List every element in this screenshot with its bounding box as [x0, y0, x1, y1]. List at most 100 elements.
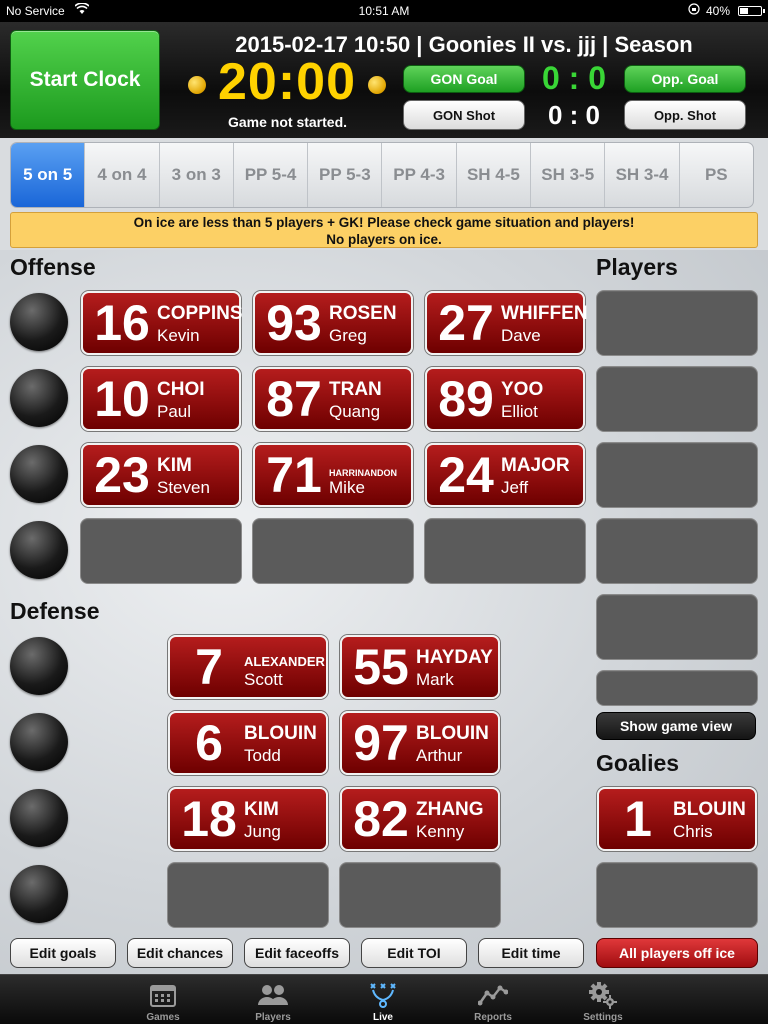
- bench-player-slot[interactable]: [596, 670, 758, 706]
- player-card[interactable]: 24 MAJOR Jeff: [425, 443, 585, 507]
- player-first-name: Paul: [157, 402, 192, 421]
- edit-goals-button[interactable]: Edit goals: [10, 938, 116, 968]
- bench-player-slot[interactable]: [596, 442, 758, 508]
- home-shot-button[interactable]: GON Shot: [403, 100, 525, 130]
- player-card[interactable]: 55 HAYDAY Mark: [340, 635, 500, 699]
- all-players-off-ice-button[interactable]: All players off ice: [596, 938, 758, 968]
- player-card[interactable]: 16 COPPINS Kevin: [81, 291, 243, 355]
- player-number: 87: [266, 371, 322, 427]
- start-clock-button[interactable]: Start Clock: [10, 30, 160, 130]
- defense-title: Defense: [10, 598, 100, 624]
- shot-score: 0 : 0: [547, 100, 601, 130]
- tab-games[interactable]: Games: [108, 975, 218, 1024]
- player-first-name: Elliot: [501, 402, 538, 421]
- player-number: 82: [353, 791, 409, 847]
- line-puck-icon[interactable]: [10, 713, 68, 771]
- player-last-name: WHIFFEN: [501, 303, 588, 324]
- player-first-name: Quang: [329, 402, 381, 421]
- line-puck-icon[interactable]: [10, 637, 68, 695]
- empty-player-slot[interactable]: [424, 518, 586, 584]
- player-last-name: ZHANG: [416, 799, 484, 820]
- player-number: 89: [438, 371, 494, 427]
- player-last-name: MAJOR: [501, 455, 570, 476]
- bench-player-slot[interactable]: [596, 594, 758, 660]
- situation-tab-pp-5-3[interactable]: PP 5-3: [308, 143, 383, 207]
- home-goal-button[interactable]: GON Goal: [403, 65, 525, 93]
- situation-tab-ps[interactable]: PS: [680, 143, 753, 207]
- line-puck-icon[interactable]: [10, 369, 68, 427]
- line-puck-icon[interactable]: [10, 293, 68, 351]
- empty-player-slot[interactable]: [339, 862, 501, 928]
- game-header: Start Clock 2015-02-17 10:50 | Goonies I…: [0, 22, 768, 138]
- battery-icon: [738, 6, 765, 16]
- player-card[interactable]: 27 WHIFFEN Dave: [425, 291, 588, 355]
- line-puck-icon[interactable]: [10, 865, 68, 923]
- line-puck-icon[interactable]: [10, 521, 68, 579]
- bench-player-slot[interactable]: [596, 290, 758, 356]
- people-icon: [218, 981, 328, 1009]
- player-last-name: CHOI: [157, 379, 205, 400]
- edit-chances-button[interactable]: Edit chances: [127, 938, 233, 968]
- bench-player-slot[interactable]: [596, 518, 758, 584]
- line-puck-icon[interactable]: [10, 789, 68, 847]
- empty-player-slot[interactable]: [252, 518, 414, 584]
- bench-player-slot[interactable]: [596, 366, 758, 432]
- clock-indicator-right-icon: [368, 76, 386, 94]
- show-game-view-button[interactable]: Show game view: [596, 712, 756, 740]
- edit-toi-button[interactable]: Edit TOI: [361, 938, 467, 968]
- player-card[interactable]: 7 ALEXANDER Scott: [168, 635, 328, 699]
- tab-settings[interactable]: Settings: [548, 975, 658, 1024]
- player-first-name: Jung: [244, 822, 281, 841]
- tab-label: Players: [255, 1012, 291, 1023]
- clock-status: Game not started.: [227, 114, 348, 130]
- player-number: 1: [624, 791, 652, 847]
- player-last-name: HAYDAY: [416, 647, 493, 668]
- rotation-lock-icon: [688, 3, 700, 18]
- situation-tab-sh-3-4[interactable]: SH 3-4: [605, 143, 680, 207]
- situation-tab-pp-4-3[interactable]: PP 4-3: [382, 143, 457, 207]
- clock-minutes: 20: [217, 53, 278, 111]
- opp-shot-button[interactable]: Opp. Shot: [624, 100, 746, 130]
- tab-label: Reports: [474, 1012, 512, 1023]
- situation-tab-sh-3-5[interactable]: SH 3-5: [531, 143, 606, 207]
- gears-icon: [548, 981, 658, 1009]
- game-clock[interactable]: 20:00: [212, 52, 362, 112]
- situation-tab-sh-4-5[interactable]: SH 4-5: [457, 143, 532, 207]
- goal-score: 0 : 0: [541, 60, 607, 96]
- clock-time: 10:51 AM: [358, 4, 410, 18]
- opp-goal-button[interactable]: Opp. Goal: [624, 65, 746, 93]
- battery-percentage: 40%: [706, 4, 731, 18]
- player-card[interactable]: 23 KIM Steven: [81, 443, 241, 507]
- empty-player-slot[interactable]: [167, 862, 329, 928]
- situation-tab-pp-5-4[interactable]: PP 5-4: [234, 143, 309, 207]
- situation-tab-3-on-3[interactable]: 3 on 3: [160, 143, 234, 207]
- warning-banner: On ice are less than 5 players + GK! Ple…: [10, 212, 758, 248]
- player-last-name: ALEXANDER: [244, 654, 325, 669]
- edit-faceoffs-button[interactable]: Edit faceoffs: [244, 938, 350, 968]
- player-last-name: BLOUIN: [416, 723, 489, 744]
- clock-seconds: 00: [296, 53, 356, 111]
- line-puck-icon[interactable]: [10, 445, 68, 503]
- player-card[interactable]: 82 ZHANG Kenny: [340, 787, 500, 851]
- edit-time-button[interactable]: Edit time: [478, 938, 584, 968]
- player-card[interactable]: 18 KIM Jung: [168, 787, 328, 851]
- player-card[interactable]: 71 HARRINANDON Mike: [253, 443, 413, 507]
- player-card[interactable]: 6 BLOUIN Todd: [168, 711, 328, 775]
- tab-live[interactable]: Live: [328, 975, 438, 1024]
- player-card[interactable]: 89 YOO Elliot: [425, 367, 585, 431]
- empty-goalie-slot[interactable]: [596, 862, 758, 928]
- player-first-name: Scott: [244, 670, 283, 689]
- empty-player-slot[interactable]: [80, 518, 242, 584]
- situation-tab-5-on-5[interactable]: 5 on 5: [11, 143, 86, 207]
- tab-players[interactable]: Players: [218, 975, 328, 1024]
- player-card[interactable]: 1 BLOUIN Chris: [597, 787, 757, 851]
- player-card[interactable]: 87 TRAN Quang: [253, 367, 413, 431]
- player-card[interactable]: 10 CHOI Paul: [81, 367, 241, 431]
- tab-reports[interactable]: Reports: [438, 975, 548, 1024]
- situation-tab-4-on-4[interactable]: 4 on 4: [85, 143, 160, 207]
- status-bar: No Service 10:51 AM 40%: [0, 0, 768, 22]
- player-card[interactable]: 97 BLOUIN Arthur: [340, 711, 500, 775]
- tab-label: Live: [372, 1012, 393, 1023]
- player-last-name: KIM: [244, 799, 279, 820]
- player-card[interactable]: 93 ROSEN Greg: [253, 291, 413, 355]
